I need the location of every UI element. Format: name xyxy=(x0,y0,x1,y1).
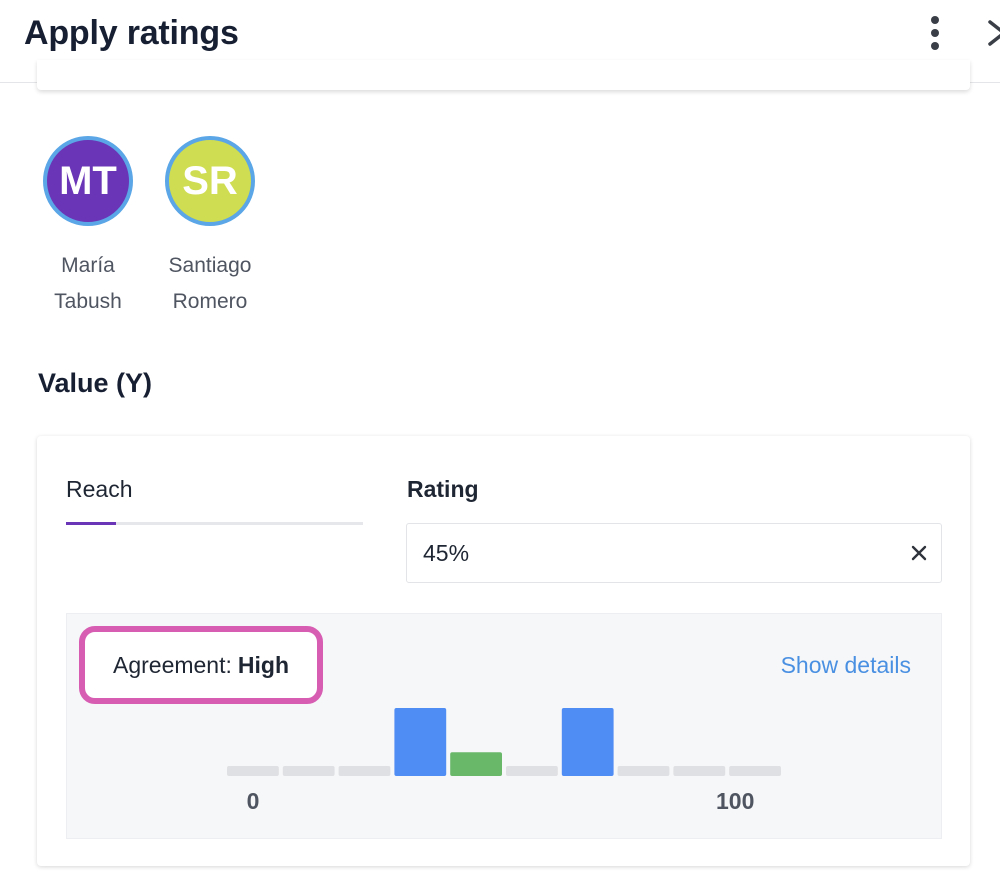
histogram-bar xyxy=(506,766,558,776)
collapsed-card xyxy=(37,60,970,90)
avatar: SR xyxy=(165,136,255,226)
agreement-value: High xyxy=(237,651,289,678)
rater-maria-tabush[interactable]: MT María Tabush xyxy=(28,136,148,320)
close-icon[interactable] xyxy=(984,16,1000,50)
kebab-menu-icon[interactable] xyxy=(918,14,952,52)
histogram-bar xyxy=(282,766,335,776)
histogram-bar xyxy=(617,766,670,776)
clear-icon[interactable] xyxy=(909,543,929,563)
histogram-bar xyxy=(450,752,502,776)
agreement-indicator: Agreement: High xyxy=(79,626,323,704)
histogram-min-label: 0 xyxy=(247,788,260,814)
agreement-label: Agreement: xyxy=(112,651,232,678)
reach-progress-bar xyxy=(66,522,363,525)
avatar: MT xyxy=(43,136,133,226)
histogram-max-label: 100 xyxy=(716,788,754,814)
value-card: Reach Rating 45% Agreement: High Show de… xyxy=(37,436,970,866)
reach-label: Reach xyxy=(66,476,133,502)
rater-last-name: Romero xyxy=(172,290,248,313)
histogram-bar xyxy=(673,766,726,776)
show-details-link[interactable]: Show details xyxy=(781,652,911,679)
section-title: Value (Y) xyxy=(38,368,153,398)
rater-last-name: Tabush xyxy=(54,290,122,313)
rater-first-name: Santiago xyxy=(168,254,252,277)
rater-santiago-romero[interactable]: SR Santiago Romero xyxy=(150,136,270,320)
page-title: Apply ratings xyxy=(24,14,239,52)
histogram-bar xyxy=(394,708,447,776)
rating-input[interactable]: 45% xyxy=(406,523,942,583)
histogram-bar xyxy=(729,766,781,776)
reach-progress-fill xyxy=(66,522,117,525)
histogram-bar xyxy=(338,766,391,776)
rater-name: María Tabush xyxy=(28,248,148,320)
histogram-bar xyxy=(561,708,614,776)
rating-label: Rating xyxy=(407,476,479,502)
rating-value: 45% xyxy=(423,540,470,566)
rater-name: Santiago Romero xyxy=(150,248,270,320)
histogram-bar xyxy=(227,766,279,776)
rater-first-name: María xyxy=(61,254,115,277)
agreement-panel: Agreement: High Show details 0 100 xyxy=(66,613,942,839)
